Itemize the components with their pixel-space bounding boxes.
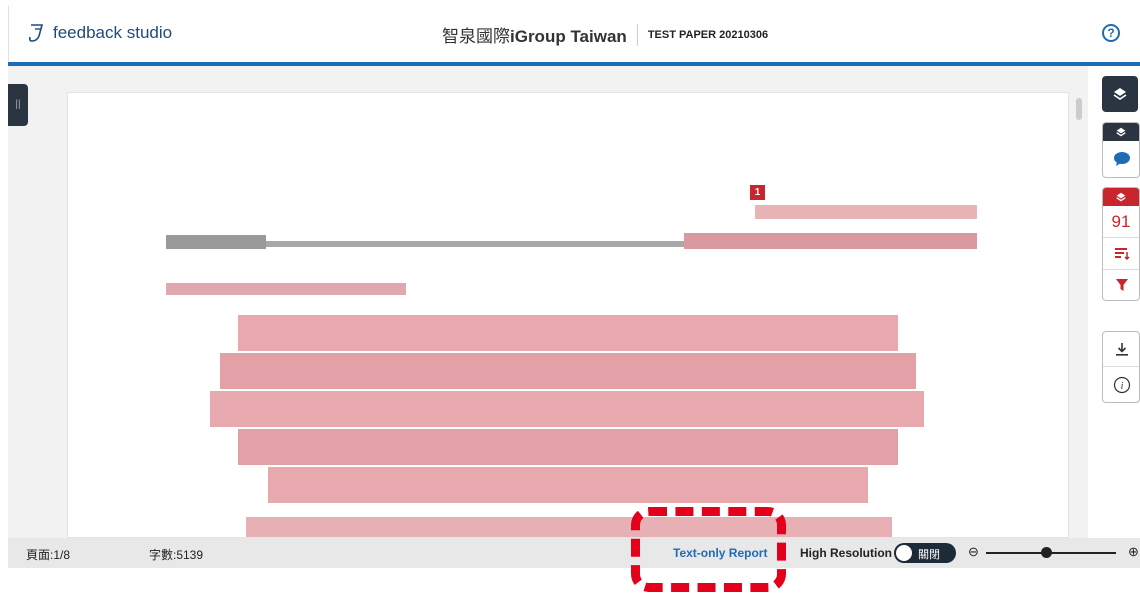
match-overview-button[interactable] [1103, 238, 1139, 270]
top-header: feedback studio 智泉國際iGroup Taiwan TEST P… [8, 6, 1140, 62]
grading-layer-tab[interactable] [1103, 123, 1139, 141]
layers-icon [1113, 88, 1127, 100]
similarity-score[interactable]: 91 [1103, 206, 1139, 238]
layers-icon [1116, 192, 1126, 202]
info-icon: i [1113, 376, 1131, 393]
filter-button[interactable] [1103, 270, 1139, 300]
comment-icon [1114, 152, 1130, 166]
zoom-in-icon[interactable]: ⊕ [1128, 544, 1139, 560]
similarity-layer-tab[interactable] [1103, 188, 1139, 206]
class-name: 智泉國際iGroup Taiwan [442, 27, 627, 46]
info-button[interactable]: i [1103, 367, 1139, 402]
blurred-paper-content [166, 205, 977, 537]
help-icon[interactable]: ? [1102, 24, 1120, 42]
match-marker[interactable]: 1 [750, 185, 765, 200]
layers-button[interactable] [1102, 76, 1138, 112]
toggle-knob [896, 545, 912, 561]
layers-icon [1116, 127, 1126, 137]
app-name: feedback studio [53, 23, 173, 42]
toggle-state-label: 關閉 [918, 549, 940, 561]
app-logo[interactable]: feedback studio [27, 22, 172, 44]
page-indicator: 頁面:1/8 [26, 548, 71, 562]
feedback-studio-app: feedback studio 智泉國際iGroup Taiwan TEST P… [0, 0, 1140, 595]
download-button[interactable] [1103, 332, 1139, 367]
grading-layer-group [1102, 122, 1140, 178]
tools-group: i [1102, 331, 1140, 403]
title-divider [636, 23, 638, 46]
assignment-title: 智泉國際iGroup Taiwan TEST PAPER 20210306 [442, 22, 768, 47]
zoom-slider-handle[interactable] [1041, 547, 1052, 558]
zoom-out-icon[interactable]: ⊖ [968, 544, 979, 560]
status-bar: 頁面:1/8 字數:5139 Text-only Report High Res… [8, 538, 1140, 568]
filter-icon [1116, 279, 1128, 291]
similarity-layer-group: 91 [1102, 187, 1140, 301]
highlight-annotation [631, 507, 786, 592]
sort-icon [1115, 247, 1130, 260]
download-icon [1116, 343, 1128, 356]
paper-title: TEST PAPER 20210306 [647, 28, 769, 41]
svg-text:i: i [1121, 381, 1124, 392]
feedback-studio-logo-icon [28, 24, 44, 42]
high-resolution-toggle[interactable]: 關閉 [894, 543, 956, 563]
document-scrollbar[interactable] [1076, 98, 1082, 120]
word-count: 字數:5139 [149, 548, 204, 562]
comments-button[interactable] [1103, 141, 1139, 177]
side-panel-toggle[interactable]: || [8, 84, 28, 126]
high-resolution-label: High Resolution [800, 546, 892, 560]
